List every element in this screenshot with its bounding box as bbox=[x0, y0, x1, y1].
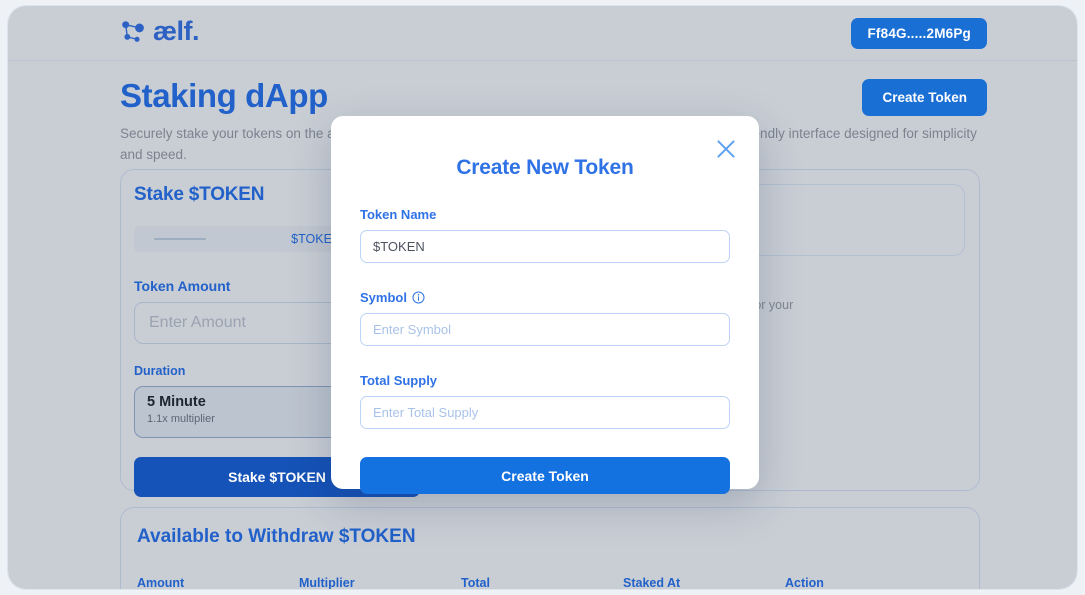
token-name-label: Token Name bbox=[360, 207, 730, 222]
close-x-icon bbox=[717, 140, 735, 158]
token-name-label-text: Token Name bbox=[360, 207, 437, 222]
symbol-label: Symbol bbox=[360, 290, 730, 305]
total-supply-input[interactable] bbox=[360, 396, 730, 429]
app-window: ælf. Ff84G.....2M6Pg Staking dApp Secure… bbox=[8, 6, 1077, 589]
close-icon[interactable] bbox=[713, 136, 739, 162]
modal-create-token-button[interactable]: Create Token bbox=[360, 457, 730, 494]
symbol-input[interactable] bbox=[360, 313, 730, 346]
create-token-modal: Create New Token Token Name Symbol Total… bbox=[331, 116, 759, 494]
total-supply-label: Total Supply bbox=[360, 373, 730, 388]
symbol-label-text: Symbol bbox=[360, 290, 407, 305]
info-circle-icon[interactable] bbox=[412, 291, 425, 304]
modal-layer: Create New Token Token Name Symbol Total… bbox=[8, 6, 1077, 589]
total-supply-label-text: Total Supply bbox=[360, 373, 438, 388]
token-name-input[interactable] bbox=[360, 230, 730, 263]
modal-title: Create New Token bbox=[456, 156, 634, 179]
